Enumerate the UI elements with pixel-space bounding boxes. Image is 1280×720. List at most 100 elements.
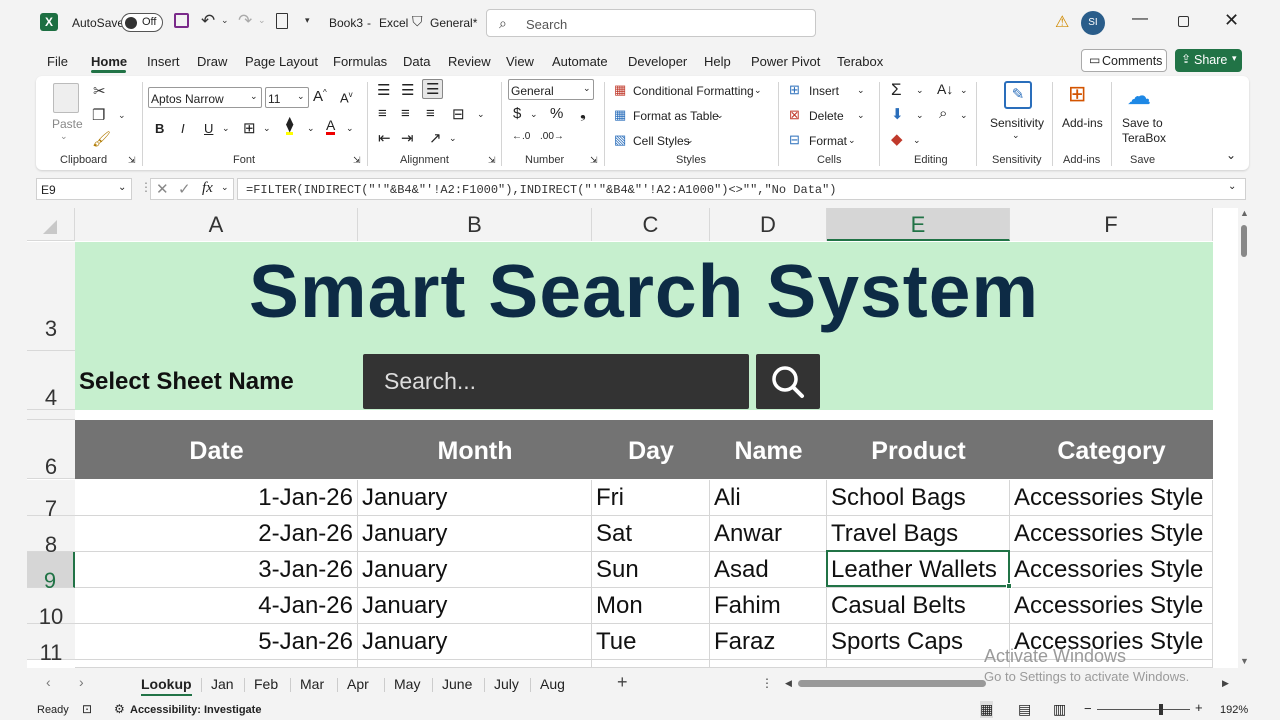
zoom-slider[interactable]: [1097, 704, 1190, 715]
horizontal-scrollbar[interactable]: [798, 680, 986, 687]
page-break-icon[interactable]: ▥: [1053, 701, 1066, 718]
column-header-a[interactable]: A: [75, 208, 358, 241]
restore-icon[interactable]: [1178, 16, 1189, 27]
page-layout-icon[interactable]: ▤: [1018, 701, 1031, 718]
macro-record-icon[interactable]: ⊡: [82, 702, 92, 716]
prev-sheet-icon[interactable]: ‹: [46, 674, 51, 690]
expand-formula-icon[interactable]: ⌄: [1228, 181, 1236, 192]
tab-view[interactable]: View: [506, 54, 534, 69]
avatar[interactable]: SI: [1081, 11, 1105, 35]
customize-qat-icon[interactable]: ▾: [305, 15, 310, 26]
decrease-decimal-icon[interactable]: .00→: [540, 131, 564, 142]
column-header-d[interactable]: D: [710, 208, 827, 241]
italic-icon[interactable]: I: [181, 121, 185, 136]
table-cell[interactable]: January: [358, 624, 592, 660]
fill-dropdown-icon[interactable]: ⌄: [916, 110, 924, 121]
zoom-in-icon[interactable]: +: [1195, 700, 1203, 715]
clear-icon[interactable]: ◆: [891, 130, 903, 148]
format-cells-button[interactable]: Format: [809, 134, 847, 148]
paste-icon[interactable]: [53, 83, 79, 113]
row-header-11[interactable]: 11: [27, 624, 75, 665]
sheet-tab-mar[interactable]: Mar: [300, 676, 324, 692]
font-color-icon[interactable]: A: [326, 118, 336, 135]
sheet-tab-may[interactable]: May: [394, 676, 420, 692]
dialog-launcher-icon[interactable]: ⇲: [590, 155, 598, 166]
table-cell[interactable]: January: [358, 516, 592, 552]
row-header-7[interactable]: 7: [27, 480, 75, 521]
save-icon[interactable]: [174, 13, 189, 28]
find-dropdown-icon[interactable]: ⌄: [960, 110, 968, 121]
wrap-dropdown-icon[interactable]: ⌄: [449, 133, 457, 144]
tab-draw[interactable]: Draw: [197, 54, 227, 69]
column-header-b[interactable]: B: [358, 208, 592, 241]
tab-terabox[interactable]: Terabox: [837, 54, 883, 69]
row-header-6[interactable]: 6: [27, 420, 75, 479]
table-cell[interactable]: January: [358, 552, 592, 588]
table-cell[interactable]: Sun: [592, 552, 710, 588]
row-header-10[interactable]: 10: [27, 588, 75, 629]
align-bottom-icon[interactable]: ☰: [422, 79, 444, 99]
sheet-search-input[interactable]: Search...: [363, 354, 749, 409]
table-cell[interactable]: Sports Caps: [827, 624, 1010, 660]
sheet-tab-jan[interactable]: Jan: [211, 676, 234, 692]
currency-icon[interactable]: $: [513, 105, 521, 122]
row-header-9[interactable]: 9: [27, 552, 75, 593]
column-header-c[interactable]: C: [592, 208, 710, 241]
cell-styles-button[interactable]: Cell Styles: [633, 134, 690, 148]
tab-insert[interactable]: Insert: [147, 54, 180, 69]
copy-icon[interactable]: ❐: [92, 106, 105, 124]
underline-icon[interactable]: U: [204, 121, 213, 136]
table-cell[interactable]: Tue: [592, 624, 710, 660]
insert-cells-button[interactable]: Insert: [809, 84, 839, 98]
tab-automate[interactable]: Automate: [552, 54, 608, 69]
insert-cells-icon[interactable]: ⊞: [789, 82, 800, 98]
normal-view-icon[interactable]: ▦: [980, 701, 994, 718]
table-cell[interactable]: Faraz: [710, 624, 827, 660]
align-middle-icon[interactable]: ☰: [401, 81, 414, 99]
table-cell[interactable]: Mon: [592, 588, 710, 624]
text-orientation-icon[interactable]: ↗: [429, 129, 442, 147]
tab-page-layout[interactable]: Page Layout: [245, 54, 318, 69]
scroll-up-icon[interactable]: ▲: [1240, 208, 1249, 218]
conditional-formatting-icon[interactable]: ▦: [614, 82, 626, 98]
autosum-icon[interactable]: Σ: [891, 80, 902, 100]
tab-help[interactable]: Help: [704, 54, 731, 69]
table-cell[interactable]: Casual Belts: [827, 588, 1010, 624]
sheet-tab-aug[interactable]: Aug: [540, 676, 565, 692]
font-name-box[interactable]: Aptos Narrow ⌄: [148, 87, 262, 108]
add-sheet-icon[interactable]: +: [617, 672, 628, 693]
tab-home[interactable]: Home: [91, 54, 127, 69]
new-file-icon[interactable]: [276, 13, 288, 29]
align-top-icon[interactable]: ☰: [377, 81, 390, 99]
delete-cells-icon[interactable]: ⊠: [789, 107, 800, 123]
format-as-table-button[interactable]: Format as Table: [633, 109, 719, 123]
font-size-box[interactable]: 11 ⌄: [265, 87, 309, 108]
paste-dropdown-icon[interactable]: ⌄: [60, 131, 68, 142]
ribbon-collapse-icon[interactable]: ⌄: [1226, 148, 1236, 162]
fill-dropdown-icon[interactable]: ⌄: [307, 123, 315, 134]
redo-icon[interactable]: ↷: [238, 11, 252, 31]
scroll-down-icon[interactable]: ▼: [1240, 656, 1249, 666]
tab-options-icon[interactable]: ⋮: [761, 676, 773, 690]
add-ins-button[interactable]: Add-ins: [1062, 116, 1103, 130]
font-color-dropdown-icon[interactable]: ⌄: [346, 123, 354, 134]
zoom-level[interactable]: 192%: [1220, 704, 1248, 716]
sort-filter-icon[interactable]: A↓: [937, 81, 953, 97]
borders-dropdown-icon[interactable]: ⌄: [263, 123, 271, 134]
merge-dropdown-icon[interactable]: ⌄: [477, 109, 485, 120]
paste-label[interactable]: Paste: [52, 117, 83, 131]
autosum-dropdown-icon[interactable]: ⌄: [916, 85, 924, 96]
accessibility-status[interactable]: Accessibility: Investigate: [130, 704, 261, 716]
increase-font-icon[interactable]: A^: [313, 88, 327, 105]
sheet-search-button[interactable]: [756, 354, 820, 409]
table-cell[interactable]: Travel Bags: [827, 516, 1010, 552]
format-cells-icon[interactable]: ⊟: [789, 132, 800, 148]
table-cell[interactable]: Accessories Style: [1010, 588, 1213, 624]
next-sheet-icon[interactable]: ›: [79, 674, 84, 690]
tab-file[interactable]: File: [47, 54, 68, 69]
undo-icon[interactable]: ↶: [201, 11, 215, 31]
table-cell[interactable]: 2-Jan-26: [75, 516, 358, 552]
cancel-icon[interactable]: ✕: [156, 180, 169, 198]
number-format-box[interactable]: General ⌄: [508, 79, 594, 100]
zoom-slider-thumb[interactable]: [1159, 704, 1163, 715]
